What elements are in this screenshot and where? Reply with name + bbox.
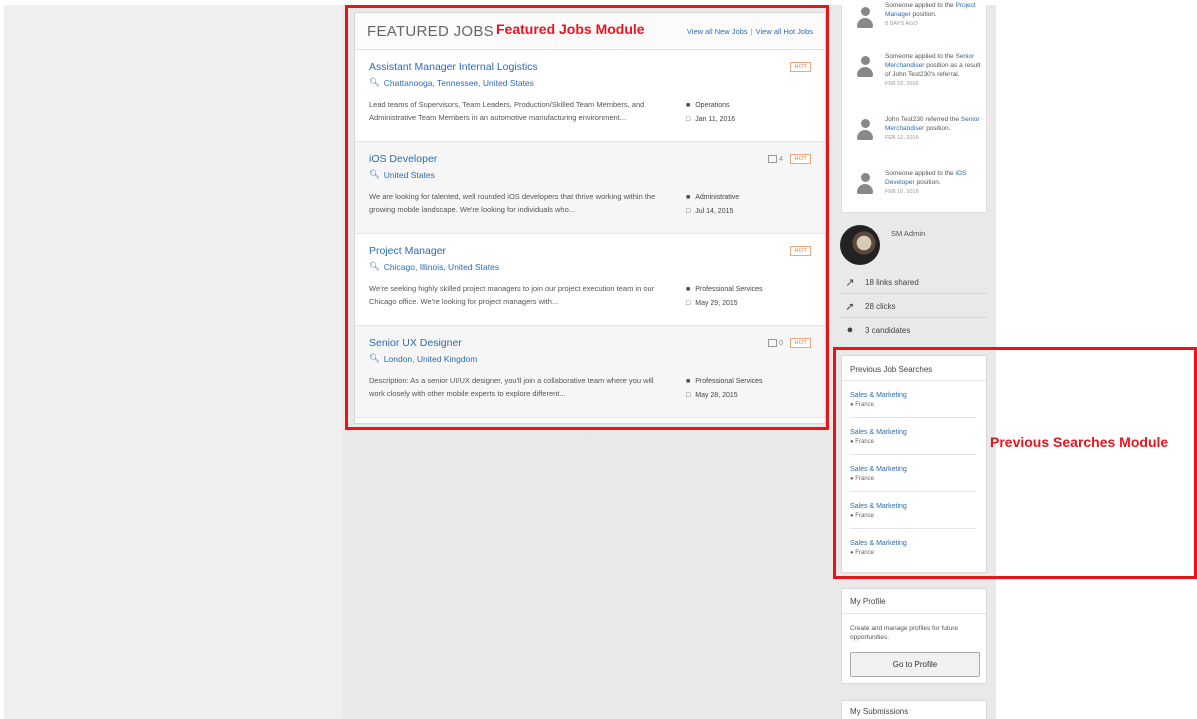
user-icon [856,56,874,80]
activity-pre: Someone applied to the [885,2,954,9]
user-icon [856,7,874,31]
user-icon [856,173,874,197]
activity-text: Someone applied to the iOS Developer pos… [885,169,985,197]
links-shared-stat: ↗ 18 links shared [840,272,988,294]
activity-pre: John Test230 referred the [885,116,959,123]
previous-search-location: ● France [850,402,976,408]
previous-search-item[interactable]: Sales & Marketing ● France [850,529,976,566]
activity-post: position. [916,179,941,186]
previous-search-link[interactable]: Sales & Marketing [850,540,976,547]
activity-date: FEB 15, 2016 [885,81,919,87]
location-pin-icon: ● [850,476,854,482]
previous-search-location: ● France [850,550,976,556]
avatar[interactable] [840,225,880,265]
previous-search-location-text: France [855,476,874,482]
previous-search-item[interactable]: Sales & Marketing ● France [850,418,976,455]
activity-text: Someone applied to the Senior Merchandis… [885,52,985,89]
user-icon [856,119,874,143]
activity-date: FEB 10, 2016 [885,189,919,195]
previous-search-item[interactable]: Sales & Marketing ● France [850,455,976,492]
candidates-text: 3 candidates [865,325,911,335]
share-icon: ↗ [845,277,855,289]
person-icon: ● [846,324,854,336]
location-pin-icon: ● [850,439,854,445]
activity-feed: Someone applied to the Project Manager p… [841,2,987,213]
my-submissions-title: My Submissions [841,700,987,719]
page-background-left [4,5,342,719]
clicks-text: 28 clicks [865,302,896,311]
previous-search-link[interactable]: Sales & Marketing [850,466,976,473]
previous-search-link[interactable]: Sales & Marketing [850,392,976,399]
my-profile-description: Create and manage profiles for future op… [850,625,959,641]
previous-search-location-text: France [855,402,874,408]
previous-search-link[interactable]: Sales & Marketing [850,429,976,436]
previous-searches-annotation-label: Previous Searches Module [990,434,1169,450]
location-pin-icon: ● [850,402,854,408]
previous-search-location-text: France [855,550,874,556]
candidates-stat: ● 3 candidates [840,319,988,341]
activity-text: John Test230 referred the Senior Merchan… [885,115,985,143]
clicks-stat: ➚ 28 clicks [840,296,988,318]
activity-text: Someone applied to the Project Manager p… [885,1,985,29]
go-to-profile-button[interactable]: Go to Profile [850,652,980,677]
location-pin-icon: ● [850,550,854,556]
previous-search-item[interactable]: Sales & Marketing ● France [850,492,976,529]
resize-handle: ··· [587,432,593,438]
previous-search-location-text: France [855,513,874,519]
previous-search-location: ● France [850,513,976,519]
previous-search-location-text: France [855,439,874,445]
previous-search-link[interactable]: Sales & Marketing [850,503,976,510]
previous-search-location: ● France [850,439,976,445]
featured-jobs-annotation-box [345,5,829,430]
cursor-icon: ➚ [845,301,855,313]
my-profile-module: My Profile Create and manage profiles fo… [841,588,987,684]
location-pin-icon: ● [850,513,854,519]
activity-pre: Someone applied to the [885,53,954,60]
previous-search-location: ● France [850,476,976,482]
featured-jobs-annotation-label: Featured Jobs Module [496,21,645,37]
activity-date: 8 DAYS AGO [885,21,918,27]
my-profile-title: My Profile [842,589,986,614]
activity-post: position. [912,11,937,18]
links-shared-text: 18 links shared [865,278,919,287]
previous-searches-module: Previous Job Searches Sales & Marketing … [841,355,987,573]
activity-pre: Someone applied to the [885,170,954,177]
activity-post: position. [926,125,951,132]
previous-search-item[interactable]: Sales & Marketing ● France [850,381,976,418]
previous-searches-title: Previous Job Searches [842,356,986,381]
profile-name: SM Admin [891,229,926,238]
activity-date: FEB 12, 2016 [885,135,919,141]
